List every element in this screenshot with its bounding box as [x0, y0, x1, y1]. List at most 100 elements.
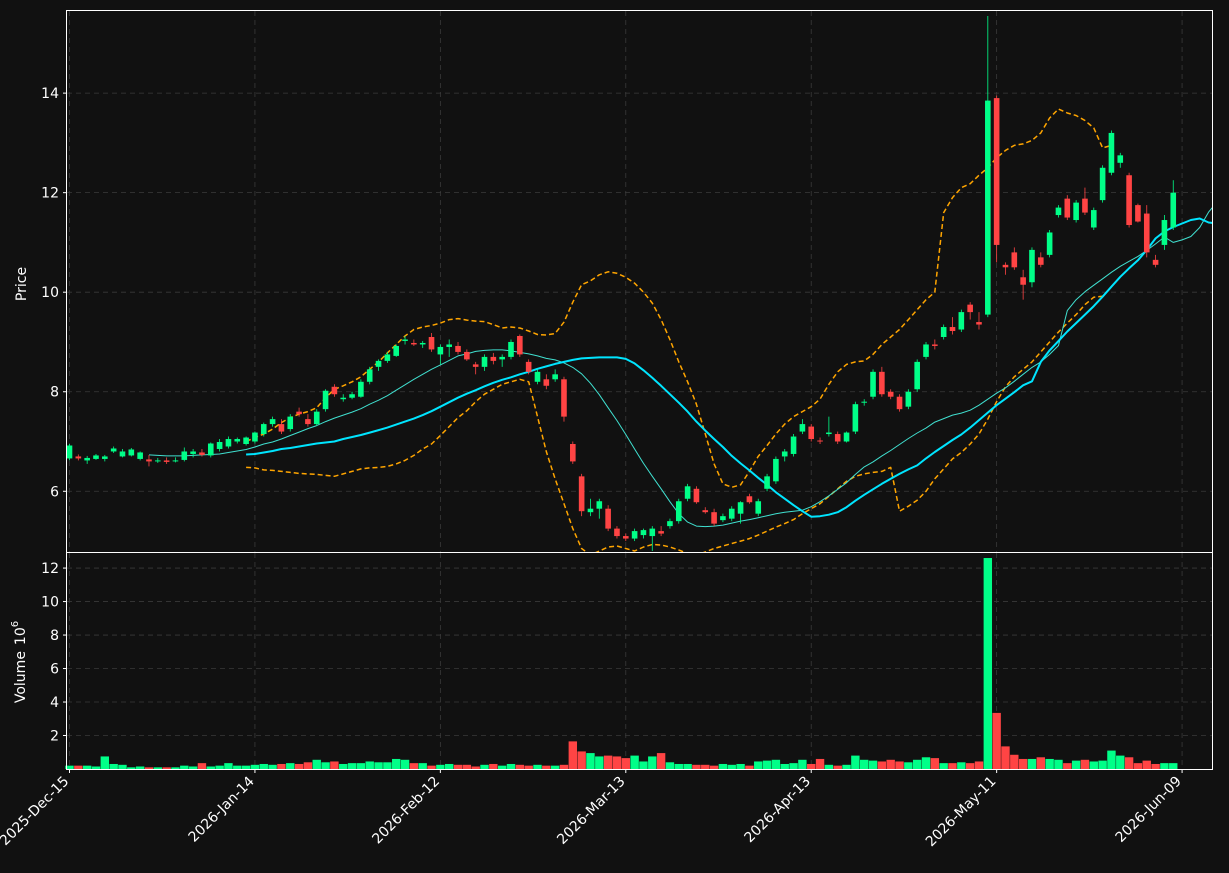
volume-bar	[815, 758, 825, 769]
candle-body	[1170, 192, 1177, 228]
candle-body	[746, 496, 753, 503]
candle-body	[455, 345, 461, 352]
volume-bar	[330, 761, 339, 769]
candle-body	[525, 361, 532, 372]
candle-body	[446, 344, 452, 347]
volume-bar	[868, 760, 878, 769]
volume-bar	[577, 751, 586, 769]
volume-bar	[409, 763, 419, 769]
candle-body	[879, 371, 885, 395]
volume-bar	[206, 766, 215, 769]
volume-bar	[197, 763, 207, 769]
volume-bar	[789, 763, 798, 769]
volume-bar	[471, 766, 480, 769]
candle-body	[596, 501, 603, 509]
candle-body	[570, 443, 576, 462]
volume-bar	[418, 763, 427, 769]
candle-body	[605, 508, 611, 529]
volume-bar	[224, 763, 233, 769]
price-tick-label: 8	[50, 385, 59, 401]
volume-bar	[100, 756, 110, 769]
candle-body	[834, 434, 841, 442]
volume-bar	[1018, 758, 1028, 769]
volume-bar	[798, 759, 807, 769]
candle-body	[137, 452, 143, 459]
volume-bar	[745, 765, 754, 769]
volume-bar	[74, 765, 83, 769]
candle-body	[932, 344, 938, 346]
volume-bar	[533, 764, 542, 769]
volume-bar	[383, 762, 392, 769]
candle-body	[658, 531, 664, 534]
volume-bar	[1169, 763, 1178, 769]
candle-body	[1073, 202, 1079, 221]
volume-bar	[957, 762, 966, 769]
volume-bar	[612, 756, 622, 769]
candle-body	[790, 436, 797, 454]
candle-body	[225, 439, 232, 447]
volume-tick-label: 2	[50, 729, 59, 745]
candle-body	[411, 342, 417, 345]
volume-bar	[250, 764, 260, 769]
volume-bar	[1107, 750, 1116, 769]
candlestick-chart: 68101214 Price 24681012 Volume106 2025-D…	[0, 0, 1229, 873]
volume-bar	[1027, 758, 1037, 769]
candle-body	[702, 510, 709, 513]
volume-bar	[321, 762, 330, 769]
figure-background	[0, 0, 1229, 873]
volume-bar	[135, 766, 145, 769]
candle-body	[1038, 257, 1044, 265]
candle-body	[578, 476, 585, 512]
volume-bar	[215, 765, 224, 769]
candle-body	[110, 448, 117, 452]
candle-body	[1108, 132, 1115, 173]
candle-body	[543, 379, 550, 386]
candle-body	[693, 488, 700, 503]
volume-bar	[974, 761, 984, 769]
candle-body	[260, 424, 267, 435]
candle-body	[172, 460, 179, 462]
candle-body	[287, 416, 294, 430]
candle-body	[1117, 155, 1124, 163]
volume-bar	[992, 712, 1001, 769]
candle-body	[402, 339, 408, 341]
candle-body	[940, 327, 947, 337]
volume-bar	[665, 762, 675, 769]
price-tick-label: 10	[41, 285, 59, 301]
volume-bar	[188, 766, 198, 769]
volume-bar	[1116, 755, 1125, 769]
volume-bar	[480, 764, 489, 769]
volume-bar	[736, 763, 745, 769]
candle-body	[817, 440, 823, 442]
candle-body	[861, 401, 867, 403]
candle-body	[887, 391, 894, 397]
volume-bar	[860, 759, 869, 769]
candle-body	[155, 460, 161, 462]
volume-bar	[127, 767, 136, 769]
volume-bar	[833, 765, 842, 769]
candle-body	[207, 443, 214, 456]
candle-body	[534, 371, 541, 382]
candle-body	[278, 424, 285, 432]
candle-body	[163, 460, 170, 462]
candle-body	[146, 459, 152, 462]
volume-bar	[948, 763, 957, 769]
candle-body	[490, 356, 497, 361]
candle-body	[481, 356, 488, 367]
volume-bar	[436, 764, 445, 769]
candle-body	[976, 322, 982, 325]
candle-body	[1064, 198, 1071, 218]
volume-bar	[912, 759, 922, 769]
volume-bar	[621, 758, 630, 769]
candle-body	[781, 451, 788, 457]
volume-exponent-base: 10	[13, 627, 29, 645]
candle-body	[428, 336, 435, 350]
volume-bar	[771, 759, 781, 769]
volume-bar	[656, 753, 666, 769]
volume-bar	[427, 765, 436, 769]
candle-body	[1011, 252, 1018, 268]
candle-body	[252, 432, 258, 442]
volume-bar	[444, 763, 454, 769]
volume-bar	[1054, 759, 1063, 769]
candle-body	[1020, 277, 1026, 285]
